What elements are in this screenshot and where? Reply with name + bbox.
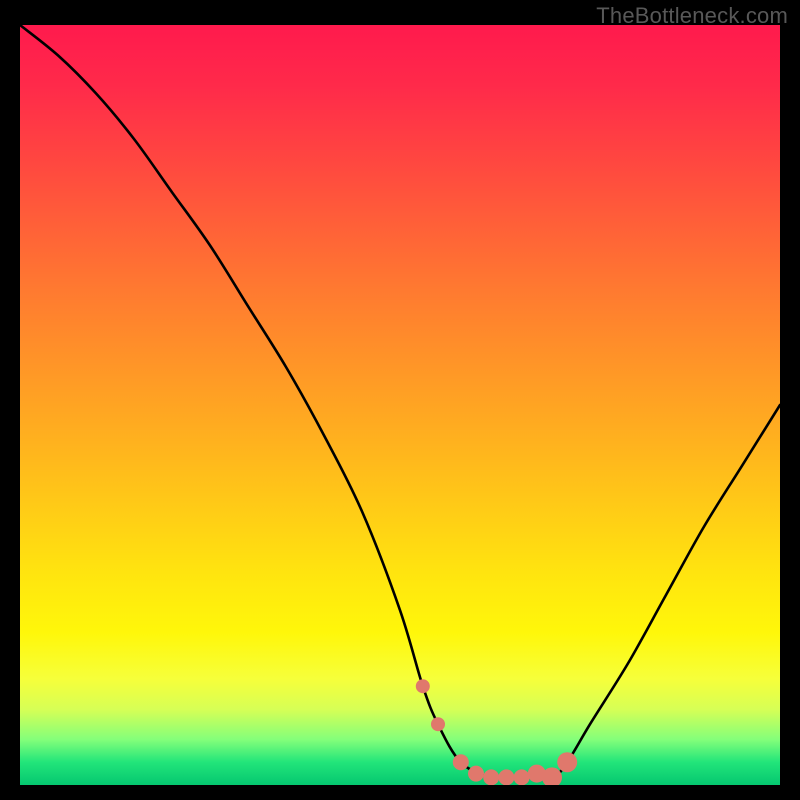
highlight-marker (431, 717, 445, 731)
chart-frame (20, 25, 780, 785)
highlight-marker (498, 769, 514, 785)
highlight-marker-group (416, 679, 577, 785)
bottleneck-curve-line (20, 25, 780, 779)
highlight-marker (557, 752, 577, 772)
highlight-marker (483, 769, 499, 785)
chart-svg (20, 25, 780, 785)
highlight-marker (416, 679, 430, 693)
highlight-marker (514, 769, 530, 785)
highlight-marker (468, 766, 484, 782)
highlight-marker (453, 754, 469, 770)
